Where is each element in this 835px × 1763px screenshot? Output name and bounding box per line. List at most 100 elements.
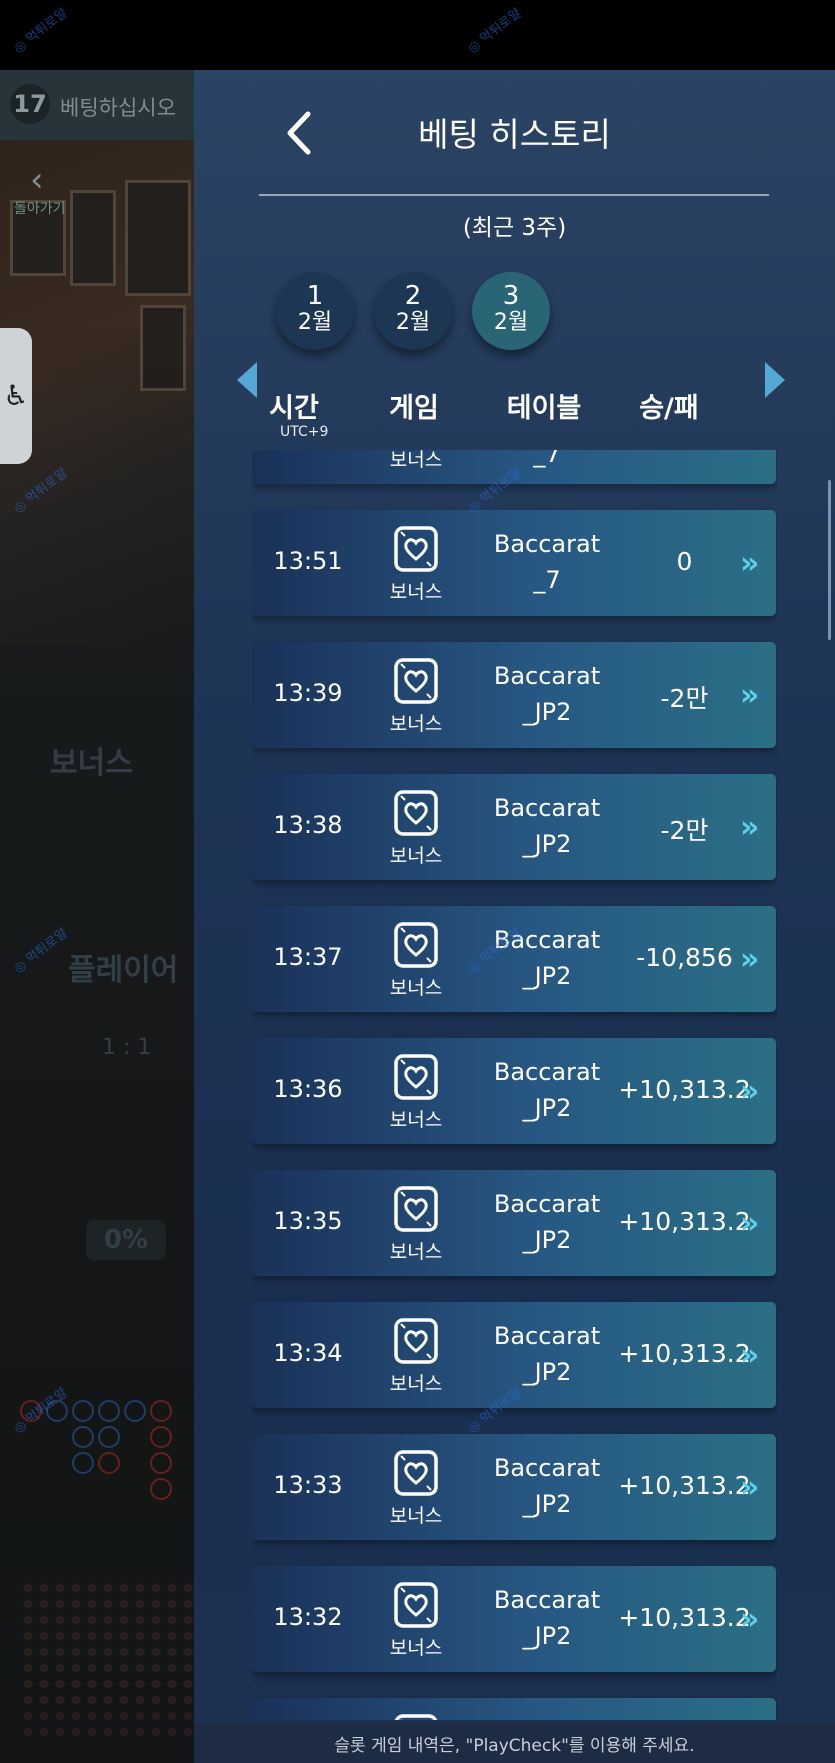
status-bar [0,0,835,70]
row-result: -10,856 [636,943,733,972]
card-heart-icon [392,1186,440,1232]
row-time: 13:33 [273,1471,343,1499]
table-name-line1: Baccarat [493,1058,601,1086]
table-name-line1: Baccarat [493,530,601,558]
game-header: 17 베팅하십시오 [0,70,194,140]
card-heart-icon [392,526,440,572]
row-result: -2만 [660,816,709,845]
column-header-timezone: UTC+9 [280,424,329,440]
table-name-line2: _JP2 [522,830,572,858]
game-label: 보너스 [389,581,443,603]
row-result: +10,313.2 [618,1471,751,1500]
week-button-2[interactable]: 2 2월 [374,272,452,350]
table-name-line2: _JP2 [522,1226,572,1254]
row-time: 13:32 [273,1603,343,1631]
footer-note: 슬롯 게임 내역은, "PlayCheck"를 이용해 주세요. [334,1736,695,1756]
history-row-partial[interactable] [252,1698,776,1720]
history-row[interactable]: 13:38 보너스 Baccarat _JP2 -2만 » [252,774,776,880]
column-header-table: 테이블 [506,393,582,424]
scrollbar[interactable] [828,480,831,640]
game-label: 보너스 [389,450,443,471]
table-name-line2: _JP2 [522,1094,572,1122]
footer-bar: 슬롯 게임 내역은, "PlayCheck"를 이용해 주세요. [194,1723,835,1763]
double-chevron-right-icon[interactable]: » [740,546,759,581]
row-result: +10,313.2 [618,1339,751,1368]
row-result: +10,313.2 [618,1075,751,1104]
table-name: Baccarat _JP2 [472,790,622,862]
table-name: Baccarat _JP2 [472,1582,622,1654]
game-label: 보너스 [389,1373,443,1395]
history-row[interactable]: 13:51 보너스 Baccarat _7 0 » [252,510,776,616]
history-row[interactable]: 13:35 보너스 Baccarat _JP2 +10,313.2» [252,1170,776,1276]
card-heart-icon [392,790,440,836]
table-name-line1: Baccarat [493,1586,601,1614]
table-name-line1: Baccarat [493,1190,601,1218]
game-label: 보너스 [389,1505,443,1527]
row-time: 13:35 [273,1207,343,1235]
row-result: +10,313.2 [618,1207,751,1236]
row-time: 13:36 [273,1075,343,1103]
row-result: +10,313.2 [618,1603,751,1632]
table-name: _7 [533,450,561,468]
row-time: 13:38 [273,811,343,839]
card-heart-icon [392,1318,440,1364]
card-heart-icon [392,1054,440,1100]
table-name-line2: _JP2 [522,1358,572,1386]
history-row[interactable]: 13:32 보너스 Baccarat _JP2 +10,313.2» [252,1566,776,1672]
double-chevron-right-icon[interactable]: » [740,678,759,713]
history-row[interactable]: 13:37 보너스 Baccarat _JP2 -10,856» [252,906,776,1012]
table-name: Baccarat _7 [472,526,622,598]
double-chevron-right-icon[interactable]: » [740,810,759,845]
table-name-line1: Baccarat [493,794,601,822]
card-heart-icon [392,658,440,704]
week-button-3[interactable]: 3 2월 [472,272,550,350]
row-time: 13:39 [273,679,343,707]
column-header-game: 게임 [389,393,439,424]
history-row[interactable]: 13:39 보너스 Baccarat _JP2 -2만 » [252,642,776,748]
row-result: -2만 [660,684,709,713]
row-time: 13:34 [273,1339,343,1367]
card-heart-icon [392,1582,440,1628]
history-list[interactable]: 보너스 _7 13:51 보너스 Baccarat _7 0 » 13:39 보너스 Bacca… [252,450,777,1720]
table-name: Baccarat _JP2 [472,1450,622,1522]
double-chevron-right-icon[interactable]: » [740,1470,759,1505]
betting-history-panel: 베팅 히스토리 (최근 3주) 1 2월 2 2월 3 2월 시간 UTC+9 게임 … [194,70,835,1763]
card-heart-icon [392,922,440,968]
triangle-right-icon[interactable] [765,362,785,398]
game-label: 보너스 [389,1109,443,1131]
table-name: Baccarat _JP2 [472,1186,622,1258]
table-name-line2: _7 [533,566,561,594]
history-row[interactable]: 13:36 보너스 Baccarat _JP2 +10,313.2» [252,1038,776,1144]
table-name: Baccarat _JP2 [472,658,622,730]
double-chevron-right-icon[interactable]: » [740,1338,759,1373]
column-header-result: 승/패 [639,393,699,424]
card-heart-icon [392,1714,440,1720]
game-status-text: 베팅하십시오 [60,96,176,120]
round-number: 17 [10,84,50,124]
table-name-line1: Baccarat [493,1454,601,1482]
table-name: Baccarat _JP2 [472,1054,622,1126]
game-label: 보너스 [389,1637,443,1659]
double-chevron-right-icon[interactable]: » [740,1206,759,1241]
double-chevron-right-icon[interactable]: » [740,1074,759,1109]
title-divider [259,194,769,196]
table-name-line2: _JP2 [522,1490,572,1518]
card-heart-icon [392,1450,440,1496]
table-name: Baccarat _JP2 [472,1318,622,1390]
table-name-line1: Baccarat [493,1322,601,1350]
double-chevron-right-icon[interactable]: » [740,1602,759,1637]
week-button-1[interactable]: 1 2월 [276,272,354,350]
column-header-time: 시간 [269,393,319,424]
accessibility-icon[interactable]: ♿ [0,328,32,464]
panel-subtitle: (최근 3주) [462,215,567,241]
row-result: 0 [676,547,693,576]
table-name-line1: Baccarat [493,662,601,690]
game-label: 보너스 [389,845,443,867]
game-label: 보너스 [389,713,443,735]
history-row[interactable]: 13:33 보너스 Baccarat _JP2 +10,313.2» [252,1434,776,1540]
game-label: 보너스 [389,977,443,999]
double-chevron-right-icon[interactable]: » [740,942,759,977]
row-time: 13:51 [273,547,343,575]
table-name-line2: _JP2 [522,1622,572,1650]
table-name-line2: _JP2 [522,698,572,726]
